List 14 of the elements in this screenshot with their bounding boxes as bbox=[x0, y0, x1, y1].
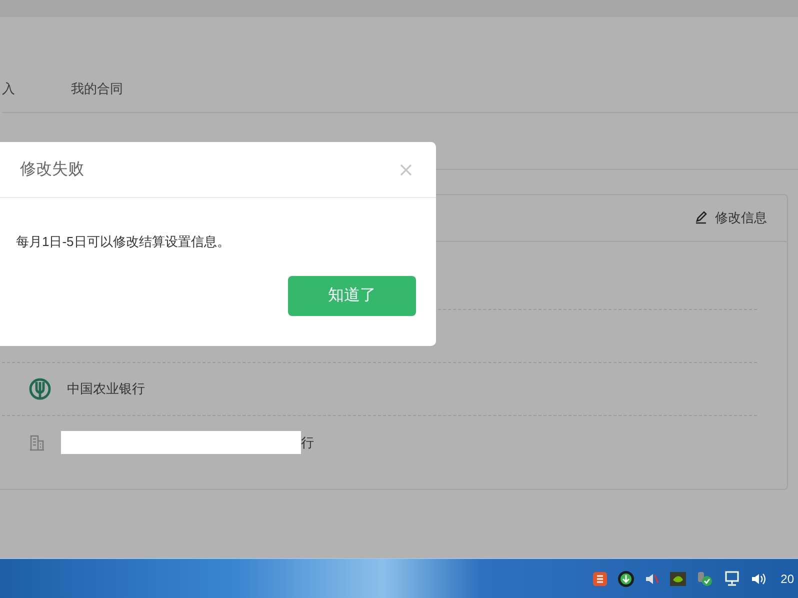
bank-name: 中国农业银行 bbox=[67, 380, 145, 398]
download-icon[interactable] bbox=[616, 570, 635, 588]
bank-logo-icon bbox=[29, 378, 51, 400]
shield-check-icon[interactable] bbox=[696, 570, 714, 586]
edit-info-link[interactable]: 修改信息 bbox=[694, 208, 767, 228]
tab[interactable]: 我的合同 bbox=[71, 78, 123, 98]
dialog-title: 修改失败 bbox=[20, 160, 84, 180]
tray-app-icon[interactable] bbox=[592, 570, 608, 586]
tab[interactable]: 入 bbox=[2, 78, 15, 98]
branch-name: 行 bbox=[301, 434, 314, 452]
clock[interactable]: 20 bbox=[780, 570, 794, 588]
dialog-message: 每月1日-5日可以修改结算设置信息。 bbox=[16, 233, 230, 251]
pencil-icon bbox=[694, 211, 708, 225]
building-icon bbox=[29, 434, 45, 450]
